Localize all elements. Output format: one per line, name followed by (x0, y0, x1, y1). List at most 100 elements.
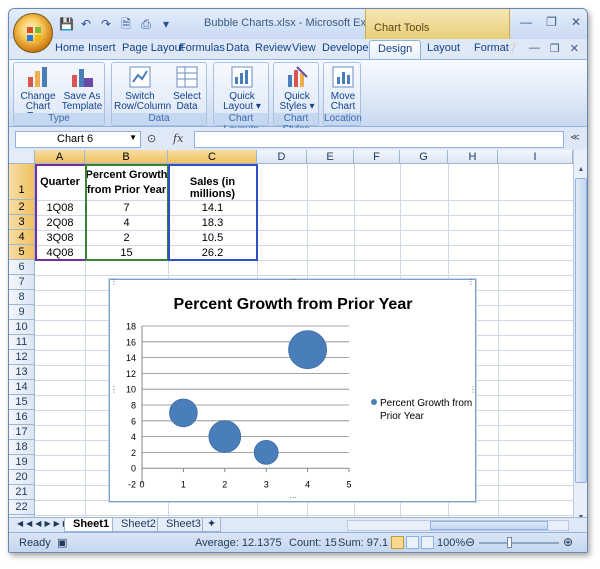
cell-b5[interactable]: 15 (85, 247, 168, 259)
cell-a5[interactable]: 4Q08 (35, 247, 85, 259)
name-box-dropdown-icon[interactable]: ▼ (129, 133, 137, 142)
bubble-point[interactable] (208, 420, 242, 453)
column-header-d[interactable]: D (257, 150, 307, 164)
help-icon[interactable]: ❔ (505, 42, 519, 55)
row-header-12[interactable]: 12 (9, 350, 35, 365)
row-header-22[interactable]: 22 (9, 500, 35, 515)
chart-resize-handle[interactable]: ⋮ (469, 386, 477, 394)
switch-row-column-button[interactable]: Switch Row/Column (114, 65, 171, 112)
office-button[interactable] (13, 13, 53, 53)
cell-c2[interactable]: 14.1 (168, 202, 257, 214)
cell-c5[interactable]: 26.2 (168, 247, 257, 259)
row-header-14[interactable]: 14 (9, 380, 35, 395)
cell-a3[interactable]: 2Q08 (35, 217, 85, 229)
page-layout-view-icon[interactable] (406, 536, 419, 549)
tab-home[interactable]: Home (55, 42, 84, 54)
chart-resize-handle[interactable]: ⋯ (289, 494, 297, 502)
chart-resize-handle[interactable]: ⋮ (110, 278, 118, 286)
workbook-restore-icon[interactable]: ❐ (550, 42, 560, 55)
row-header-21[interactable]: 21 (9, 485, 35, 500)
bubble-point[interactable] (169, 398, 198, 428)
row-header-20[interactable]: 20 (9, 470, 35, 485)
workbook-close-icon[interactable]: ✕ (570, 42, 579, 55)
zoom-level[interactable]: 100% (437, 537, 465, 549)
insert-function-icon[interactable]: fx (173, 132, 183, 145)
cell-b2[interactable]: 7 (85, 202, 168, 214)
worksheet-grid[interactable]: A B C D E F G H I 1 2 3 4 5 6 7 8 9 10 1… (9, 150, 573, 526)
tab-formulas[interactable]: Formulas (179, 42, 225, 54)
zoom-out-icon[interactable]: ⊖ (465, 535, 475, 549)
close-icon[interactable]: ✕ (571, 15, 581, 29)
row-header-9[interactable]: 9 (9, 305, 35, 320)
tab-page-layout[interactable]: Page Layout (122, 42, 184, 54)
chart-resize-handle[interactable]: ⋮ (110, 386, 118, 394)
tab-design[interactable]: Design (369, 40, 422, 59)
cell-c3[interactable]: 18.3 (168, 217, 257, 229)
column-header-i[interactable]: I (498, 150, 573, 164)
horizontal-scroll-thumb[interactable] (430, 521, 548, 530)
row-header-15[interactable]: 15 (9, 395, 35, 410)
print-preview-icon[interactable]: ⎙ (139, 17, 153, 31)
scroll-up-icon[interactable]: ▲ (575, 164, 587, 176)
zoom-slider-knob[interactable] (507, 537, 512, 548)
restore-icon[interactable]: ❐ (546, 15, 557, 29)
cancel-formula-icon[interactable]: ⊙ (147, 132, 156, 145)
row-header-6[interactable]: 6 (9, 260, 35, 275)
column-header-b[interactable]: B (85, 150, 168, 164)
column-header-f[interactable]: F (354, 150, 400, 164)
undo-icon[interactable]: ↶ (79, 17, 93, 31)
row-header-7[interactable]: 7 (9, 275, 35, 290)
redo-icon[interactable]: ↷ (99, 17, 113, 31)
macro-record-icon[interactable]: ▣ (57, 536, 67, 549)
expand-formula-bar-icon[interactable]: ≪ (569, 132, 581, 146)
quick-layout-button[interactable]: Quick Layout ▾ (218, 65, 266, 112)
plot-area[interactable]: 181614121086420-2 0 1 2 3 4 5 (126, 322, 352, 490)
tab-review[interactable]: Review (255, 42, 291, 54)
tab-view[interactable]: View (292, 42, 316, 54)
row-header-5[interactable]: 5 (9, 245, 35, 260)
chart-resize-handle[interactable]: ⋯ (289, 276, 297, 284)
row-header-19[interactable]: 19 (9, 455, 35, 470)
row-header-17[interactable]: 17 (9, 425, 35, 440)
cell-a2[interactable]: 1Q08 (35, 202, 85, 214)
row-header-16[interactable]: 16 (9, 410, 35, 425)
move-chart-button[interactable]: Move Chart (325, 65, 361, 112)
cell-c4[interactable]: 10.5 (168, 232, 257, 244)
normal-view-icon[interactable] (391, 536, 404, 549)
cell-a4[interactable]: 3Q08 (35, 232, 85, 244)
cell-b3[interactable]: 4 (85, 217, 168, 229)
row-header-10[interactable]: 10 (9, 320, 35, 335)
sheet-tab-sheet1[interactable]: Sheet1 (64, 518, 119, 532)
row-header-3[interactable]: 3 (9, 215, 35, 230)
row-header-11[interactable]: 11 (9, 335, 35, 350)
new-document-icon[interactable]: 🗎 (119, 17, 133, 31)
tab-format[interactable]: Format (474, 42, 509, 54)
legend-label-line-2[interactable]: Prior Year (380, 411, 425, 422)
save-icon[interactable]: 💾 (59, 17, 74, 31)
horizontal-scrollbar[interactable] (347, 520, 569, 531)
workbook-minimize-icon[interactable]: — (529, 42, 540, 55)
legend-label-line-1[interactable]: Percent Growth from (380, 398, 472, 409)
chart-resize-handle[interactable]: ⋮ (467, 278, 475, 286)
tab-layout[interactable]: Layout (427, 42, 460, 54)
tab-developer[interactable]: Developer (322, 42, 372, 54)
bubble-point[interactable] (288, 330, 328, 370)
select-all-corner[interactable] (9, 150, 35, 164)
row-header-8[interactable]: 8 (9, 290, 35, 305)
customize-qat-icon[interactable]: ▾ (159, 17, 173, 31)
page-break-view-icon[interactable] (421, 536, 434, 549)
vertical-scroll-thumb[interactable] (575, 178, 587, 483)
column-header-e[interactable]: E (307, 150, 354, 164)
row-header-4[interactable]: 4 (9, 230, 35, 245)
header-percent-growth[interactable]: Percent Growth from Prior Year (85, 168, 168, 198)
vertical-scrollbar[interactable]: ▲ ▼ (573, 150, 587, 526)
row-header-18[interactable]: 18 (9, 440, 35, 455)
chart-title[interactable]: Percent Growth from Prior Year (174, 296, 413, 313)
column-header-g[interactable]: G (400, 150, 448, 164)
header-sales[interactable]: Sales (in millions) (168, 176, 257, 200)
name-box[interactable]: Chart 6 ▼ (15, 131, 141, 148)
select-data-button[interactable]: Select Data (168, 65, 206, 112)
column-header-c[interactable]: C (168, 150, 257, 164)
minimize-icon[interactable]: — (520, 15, 532, 29)
zoom-slider[interactable] (479, 542, 559, 544)
